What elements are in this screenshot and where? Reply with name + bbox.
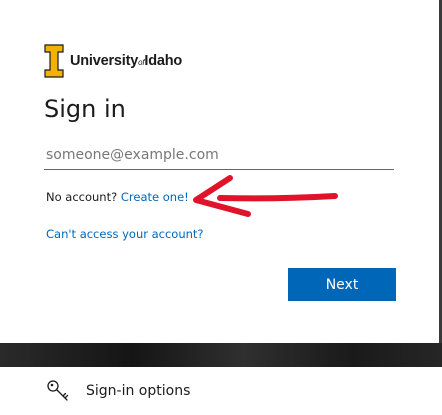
page-title: Sign in	[44, 95, 126, 123]
key-icon	[47, 380, 69, 401]
university-name: UniversityofIdaho	[70, 53, 183, 69]
background-image-strip	[0, 343, 442, 367]
university-i-logo-icon	[44, 44, 64, 78]
university-logo: UniversityofIdaho	[44, 44, 182, 78]
signin-card: UniversityofIdaho Sign in No account? Cr…	[0, 0, 439, 343]
signin-options-button[interactable]: Sign-in options	[0, 367, 442, 415]
no-account-row: No account? Create one!	[46, 190, 189, 204]
create-account-link[interactable]: Create one!	[121, 190, 189, 204]
next-button[interactable]: Next	[288, 268, 396, 301]
annotation-arrow-icon	[193, 175, 338, 217]
no-account-text: No account?	[46, 190, 118, 204]
cant-access-account-link[interactable]: Can't access your account?	[46, 227, 204, 241]
signin-options-label: Sign-in options	[86, 383, 191, 399]
email-field[interactable]	[44, 140, 394, 170]
